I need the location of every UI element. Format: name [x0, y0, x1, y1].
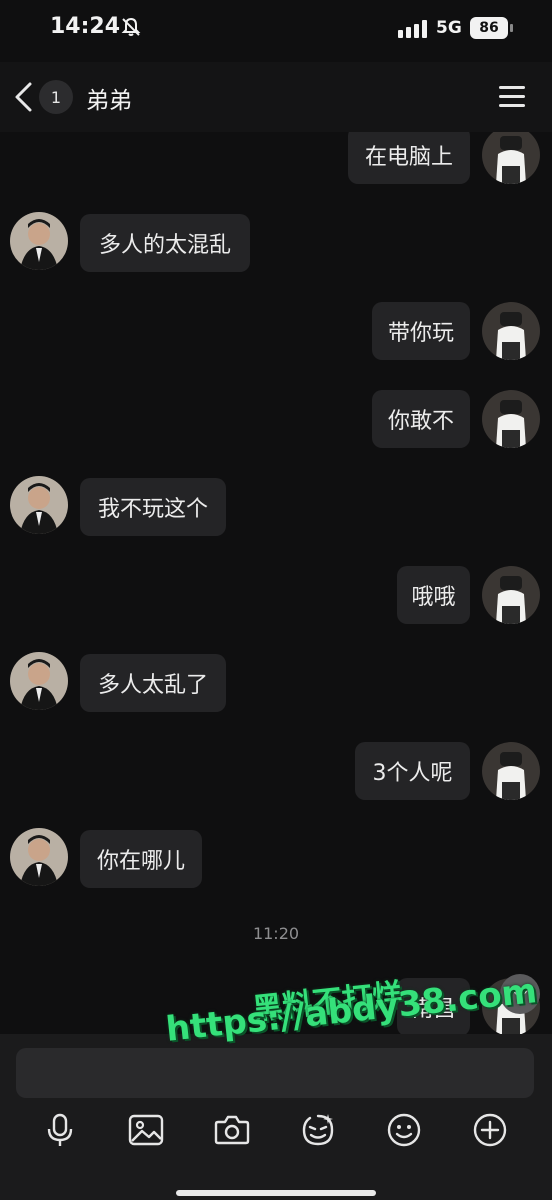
message-text: 哦哦 [411, 585, 456, 610]
microphone-icon[interactable] [40, 1110, 80, 1150]
contact-avatar[interactable] [10, 212, 68, 270]
network-label: 5G [436, 18, 462, 38]
message-text: 多人太乱了 [97, 673, 208, 698]
back-arrow-icon[interactable] [10, 78, 38, 116]
message-bubble-received[interactable]: 你在哪儿 [80, 830, 202, 888]
time-separator: 11:20 [252, 924, 300, 943]
battery-indicator: 86 [470, 17, 508, 39]
message-text: 多人的太混乱 [98, 233, 231, 258]
battery-level: 86 [479, 20, 499, 36]
my-avatar[interactable] [482, 566, 540, 624]
message-bubble-sent[interactable]: 哦哦 [397, 566, 470, 624]
message-bubble-received[interactable]: 多人太乱了 [80, 654, 226, 712]
my-avatar[interactable] [482, 302, 540, 360]
message-text: 我不玩这个 [97, 497, 208, 522]
message-bubble-sent[interactable]: 3个人呢 [355, 742, 470, 800]
sticker-icon[interactable] [298, 1110, 338, 1150]
message-text: 3个人呢 [372, 761, 453, 786]
battery-tip [510, 24, 513, 32]
message-bubble-sent[interactable]: 在电脑上 [348, 132, 470, 184]
message-input[interactable] [16, 1048, 534, 1098]
camera-icon[interactable] [212, 1110, 252, 1150]
message-bubble-received[interactable]: 我不玩这个 [80, 478, 226, 536]
message-text: 你敢不 [387, 409, 454, 434]
message-list[interactable]: 在电脑上 多人的太混乱 带你玩 你敢不 我不玩这个 哦哦 多人太乱了 3个人呢 … [0, 132, 552, 1034]
my-avatar[interactable] [482, 390, 540, 448]
chat-title: 弟弟 [86, 88, 132, 114]
message-bubble-received[interactable]: 多人的太混乱 [80, 214, 250, 272]
my-avatar[interactable] [482, 742, 540, 800]
message-text: 在电脑上 [364, 145, 453, 170]
status-time: 14:24 [50, 14, 121, 39]
message-bubble-sent[interactable]: 你敢不 [372, 390, 470, 448]
signal-icon [398, 20, 427, 38]
unread-count-badge[interactable]: 1 [39, 80, 73, 114]
contact-avatar[interactable] [10, 476, 68, 534]
menu-icon[interactable] [496, 84, 530, 110]
bell-muted-icon [121, 17, 141, 36]
message-text: 带你玩 [387, 321, 454, 346]
plus-icon[interactable] [470, 1110, 510, 1150]
home-indicator[interactable] [176, 1190, 376, 1196]
composer [0, 1034, 552, 1200]
my-avatar[interactable] [482, 132, 540, 184]
contact-avatar[interactable] [10, 828, 68, 886]
emoji-icon[interactable] [384, 1110, 424, 1150]
contact-avatar[interactable] [10, 652, 68, 710]
chat-header: 1 弟弟 [0, 62, 552, 132]
status-bar: 14:24 5G 86 [0, 0, 552, 62]
image-icon[interactable] [126, 1110, 166, 1150]
message-bubble-sent[interactable]: 带你玩 [372, 302, 470, 360]
message-text: 你在哪儿 [96, 849, 185, 874]
